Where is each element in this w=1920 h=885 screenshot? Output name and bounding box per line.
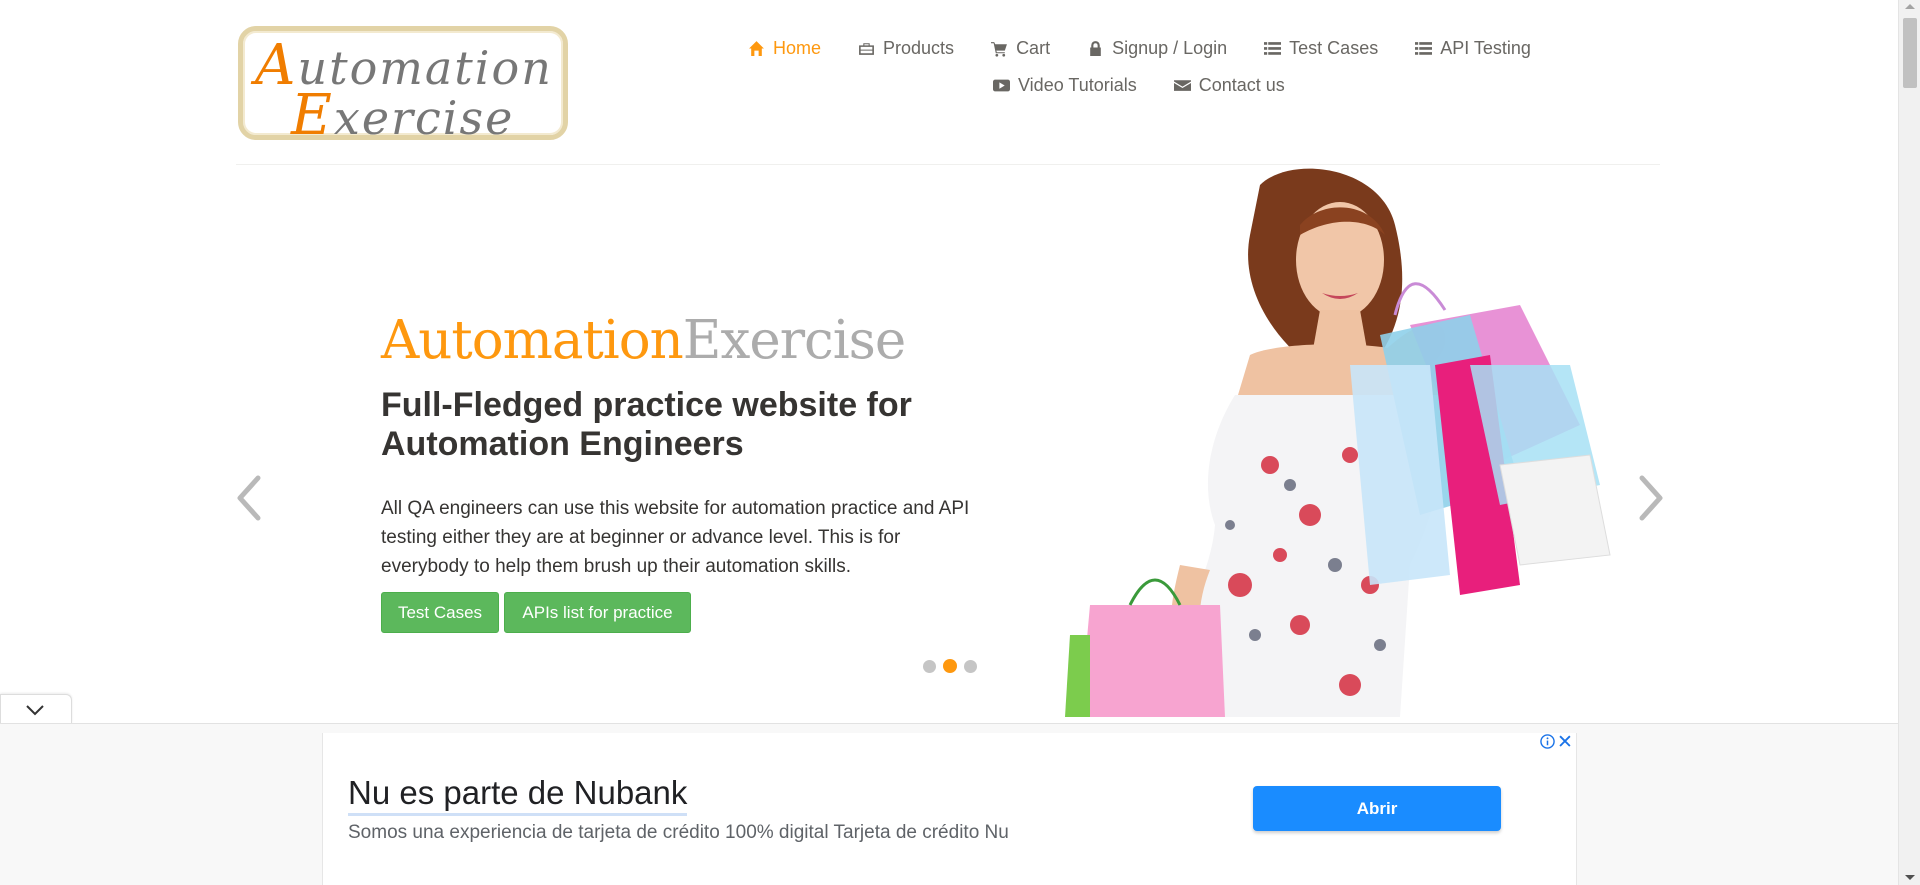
scroll-up-arrow[interactable]	[1905, 4, 1915, 9]
nav-home[interactable]: Home	[748, 38, 821, 59]
slider-title: AutomationExercise	[381, 310, 906, 371]
slider-dot-3[interactable]	[964, 659, 977, 673]
nav-video-tutorials[interactable]: Video Tutorials	[993, 75, 1137, 96]
page-scrollbar[interactable]	[1898, 0, 1920, 885]
nav-signup-login-label: Signup / Login	[1112, 38, 1228, 58]
nav-video-tutorials-label: Video Tutorials	[1018, 75, 1137, 95]
nav-api-testing-label: API Testing	[1440, 38, 1531, 58]
apis-list-button[interactable]: APIs list for practice	[504, 592, 691, 633]
chevron-right-icon	[1639, 475, 1663, 521]
main-nav: Home Products Cart Signup / Login Test C…	[748, 38, 1568, 59]
info-icon[interactable]	[1540, 734, 1555, 749]
hero-model-image	[1065, 168, 1611, 717]
slider-dot-1[interactable]	[923, 659, 936, 673]
chevron-down-icon	[26, 705, 44, 716]
nav-products-label: Products	[883, 38, 955, 58]
nav-home-label: Home	[773, 38, 822, 58]
ad-open-button[interactable]: Abrir	[1253, 786, 1501, 831]
site-logo[interactable]: Automation Exercise	[238, 26, 568, 148]
slider-prev-arrow[interactable]	[232, 470, 272, 526]
logo-line-2: Exercise	[291, 83, 515, 148]
test-cases-button[interactable]: Test Cases	[381, 592, 499, 633]
nav-products[interactable]: Products	[858, 38, 954, 59]
slider-next-arrow[interactable]	[1628, 470, 1668, 526]
ad-collapse-tab[interactable]	[0, 694, 72, 724]
ad-title[interactable]: Nu es parte de Nubank	[348, 774, 688, 816]
main-nav-row-2: Video Tutorials Contact us	[993, 75, 1322, 96]
nav-contact-us[interactable]: Contact us	[1173, 75, 1285, 96]
briefcase-icon	[859, 43, 874, 55]
slider-description: All QA engineers can use this website fo…	[381, 498, 970, 577]
nav-contact-us-label: Contact us	[1198, 75, 1285, 95]
list-icon	[1264, 42, 1282, 55]
slider-indicators	[923, 659, 977, 673]
lock-icon	[1090, 41, 1101, 56]
ad-description: Somos una experiencia de tarjeta de créd…	[348, 822, 1009, 843]
scroll-thumb[interactable]	[1903, 18, 1917, 88]
chevron-left-icon	[237, 475, 261, 521]
nav-cart-label: Cart	[1016, 38, 1051, 58]
youtube-play-icon	[993, 79, 1010, 92]
nav-signup-login[interactable]: Signup / Login	[1087, 38, 1227, 59]
ad-close-icon[interactable]: ✕	[1557, 731, 1573, 754]
nav-test-cases-label: Test Cases	[1289, 38, 1379, 58]
nav-api-testing[interactable]: API Testing	[1415, 38, 1531, 59]
slider-heading: Full-Fledged practice website for Automa…	[381, 386, 912, 463]
scroll-down-arrow[interactable]	[1905, 875, 1915, 880]
envelope-icon	[1173, 80, 1191, 91]
nav-test-cases[interactable]: Test Cases	[1264, 38, 1378, 59]
nav-cart[interactable]: Cart	[991, 38, 1050, 59]
list-icon	[1415, 42, 1433, 55]
slider-dot-2[interactable]	[943, 659, 957, 673]
home-icon	[749, 41, 764, 56]
cart-icon	[991, 42, 1007, 57]
